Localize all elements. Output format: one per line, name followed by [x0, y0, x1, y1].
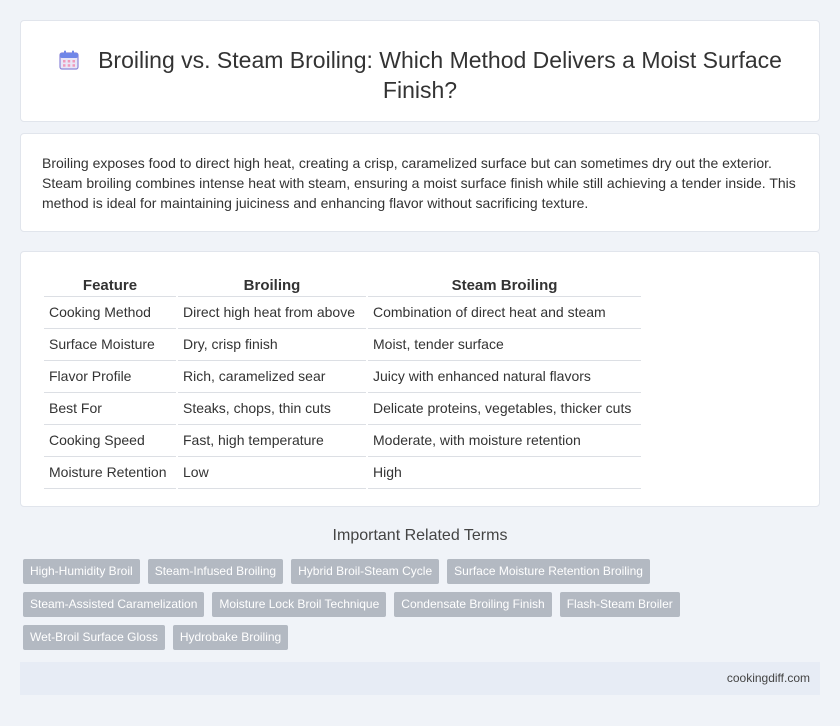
table-cell: Dry, crisp finish: [178, 329, 366, 361]
table-cell: Combination of direct heat and steam: [368, 297, 641, 329]
table-row: Flavor Profile Rich, caramelized sear Ju…: [44, 361, 641, 393]
term-tag[interactable]: High-Humidity Broil: [23, 559, 140, 584]
title-card: Broiling vs. Steam Broiling: Which Metho…: [20, 20, 820, 122]
intro-card: Broiling exposes food to direct high hea…: [20, 133, 820, 232]
term-tag[interactable]: Condensate Broiling Finish: [394, 592, 552, 617]
term-tag[interactable]: Steam-Assisted Caramelization: [23, 592, 205, 617]
table-cell: Delicate proteins, vegetables, thicker c…: [368, 393, 641, 425]
table-cell: Cooking Method: [44, 297, 176, 329]
table-cell: Rich, caramelized sear: [178, 361, 366, 393]
comparison-table: Feature Broiling Steam Broiling Cooking …: [42, 274, 643, 489]
term-tag[interactable]: Moisture Lock Broil Technique: [212, 592, 387, 617]
term-tag[interactable]: Hybrid Broil-Steam Cycle: [291, 559, 440, 584]
related-terms-heading: Important Related Terms: [332, 527, 508, 544]
table-row: Moisture Retention Low High: [44, 457, 641, 489]
table-row: Cooking Speed Fast, high temperature Mod…: [44, 425, 641, 457]
footer: cookingdiff.com: [20, 662, 820, 695]
table-cell: Low: [178, 457, 366, 489]
related-terms-list: High-Humidity Broil Steam-Infused Broili…: [23, 559, 703, 658]
term-tag[interactable]: Wet-Broil Surface Gloss: [23, 625, 165, 650]
page-title-wrap: Broiling vs. Steam Broiling: Which Metho…: [21, 45, 819, 105]
table-cell: Moist, tender surface: [368, 329, 641, 361]
table-cell: Best For: [44, 393, 176, 425]
table-cell: Moisture Retention: [44, 457, 176, 489]
table-row: Best For Steaks, chops, thin cuts Delica…: [44, 393, 641, 425]
table-cell: Steaks, chops, thin cuts: [178, 393, 366, 425]
term-tag[interactable]: Hydrobake Broiling: [172, 625, 289, 650]
term-tag[interactable]: Surface Moisture Retention Broiling: [447, 559, 650, 584]
table-row: Surface Moisture Dry, crisp finish Moist…: [44, 329, 641, 361]
table-cell: High: [368, 457, 641, 489]
comparison-card: Feature Broiling Steam Broiling Cooking …: [20, 251, 820, 507]
table-cell: Juicy with enhanced natural flavors: [368, 361, 641, 393]
table-cell: Cooking Speed: [44, 425, 176, 457]
page-title: Broiling vs. Steam Broiling: Which Metho…: [98, 47, 782, 103]
term-tag[interactable]: Steam-Infused Broiling: [147, 559, 284, 584]
table-row: Cooking Method Direct high heat from abo…: [44, 297, 641, 329]
header-feature: Feature: [44, 274, 176, 297]
table-cell: Flavor Profile: [44, 361, 176, 393]
table-cell: Moderate, with moisture retention: [368, 425, 641, 457]
table-cell: Direct high heat from above: [178, 297, 366, 329]
header-steam-broiling: Steam Broiling: [368, 274, 641, 297]
table-header-row: Feature Broiling Steam Broiling: [44, 274, 641, 297]
calendar-icon: [58, 48, 80, 70]
header-broiling: Broiling: [178, 274, 366, 297]
table-cell: Fast, high temperature: [178, 425, 366, 457]
term-tag[interactable]: Flash-Steam Broiler: [559, 592, 680, 617]
footer-site-link[interactable]: cookingdiff.com: [727, 671, 810, 685]
intro-paragraph: Broiling exposes food to direct high hea…: [42, 155, 796, 211]
table-cell: Surface Moisture: [44, 329, 176, 361]
